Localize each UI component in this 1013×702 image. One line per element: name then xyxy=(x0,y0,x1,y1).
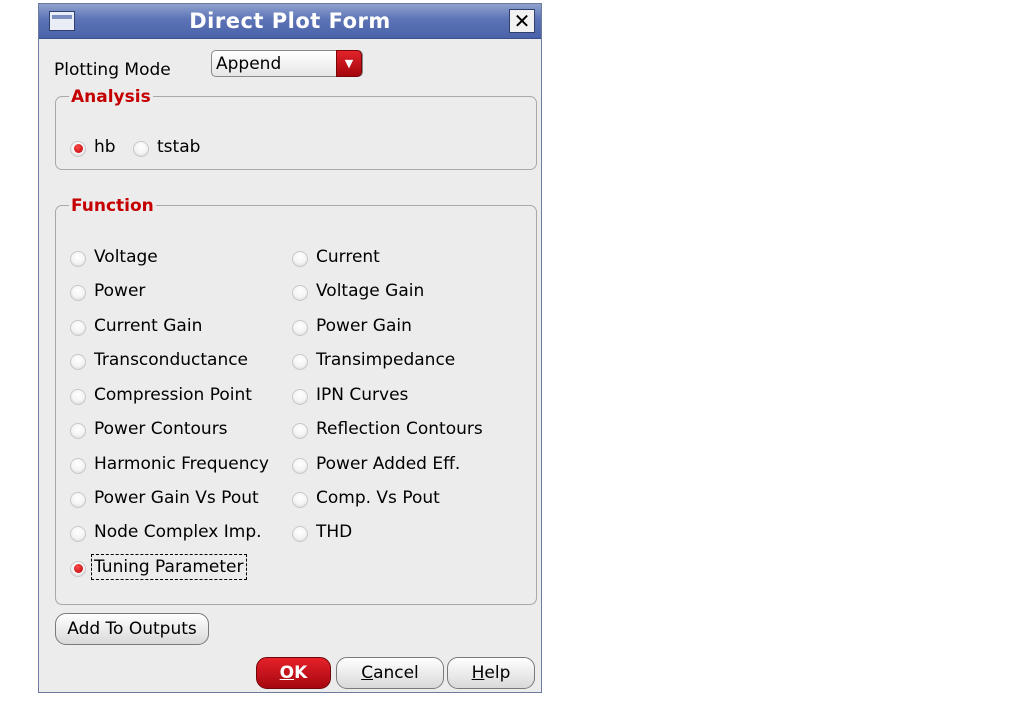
radio-indicator xyxy=(292,320,308,336)
radio-label-ipn-curves: IPN Curves xyxy=(316,385,409,405)
radio-indicator xyxy=(70,251,86,267)
radio-voltage-gain[interactable]: Voltage Gain xyxy=(292,281,492,305)
help-button[interactable]: Help xyxy=(447,657,535,689)
radio-power-gain[interactable]: Power Gain xyxy=(292,316,492,340)
chevron-down-icon[interactable]: ▼ xyxy=(336,50,362,77)
radio-label-transconductance: Transconductance xyxy=(94,350,249,370)
radio-indicator xyxy=(70,389,86,405)
radio-reflection-contours[interactable]: Reflection Contours xyxy=(292,419,502,443)
radio-ipn-curves[interactable]: IPN Curves xyxy=(292,385,492,409)
radio-power-added-eff[interactable]: Power Added Eff. xyxy=(292,454,492,478)
direct-plot-form-window: Direct Plot Form ✕ Plotting Mode Append … xyxy=(38,3,542,693)
radio-indicator-tstab xyxy=(133,141,149,157)
plotting-mode-dropdown[interactable]: Append ▼ xyxy=(211,50,363,77)
radio-label-comp-vs-pout: Comp. Vs Pout xyxy=(316,488,440,508)
cancel-button[interactable]: Cancel xyxy=(336,657,444,689)
radio-indicator xyxy=(70,492,86,508)
radio-voltage[interactable]: Voltage xyxy=(70,247,270,271)
radio-current[interactable]: Current xyxy=(292,247,492,271)
radio-indicator xyxy=(292,423,308,439)
radio-indicator xyxy=(70,320,86,336)
radio-indicator xyxy=(70,561,86,577)
radio-label-voltage: Voltage xyxy=(94,247,158,267)
radio-tstab[interactable]: tstab xyxy=(133,137,213,161)
function-group-title: Function xyxy=(69,196,156,216)
radio-transimpedance[interactable]: Transimpedance xyxy=(292,350,492,374)
radio-indicator xyxy=(70,285,86,301)
radio-harmonic-frequency[interactable]: Harmonic Frequency xyxy=(70,454,280,478)
radio-node-complex-imp[interactable]: Node Complex Imp. xyxy=(70,522,270,546)
radio-label-power-gain-vs-pout: Power Gain Vs Pout xyxy=(94,488,259,508)
radio-power[interactable]: Power xyxy=(70,281,270,305)
radio-indicator xyxy=(292,285,308,301)
radio-indicator xyxy=(292,492,308,508)
radio-label-hb: hb xyxy=(94,137,116,157)
radio-power-gain-vs-pout[interactable]: Power Gain Vs Pout xyxy=(70,488,270,512)
radio-label-tstab: tstab xyxy=(157,137,201,157)
radio-hb[interactable]: hb xyxy=(70,137,130,161)
radio-thd[interactable]: THD xyxy=(292,522,492,546)
radio-indicator xyxy=(292,526,308,542)
window-title: Direct Plot Form xyxy=(189,9,391,33)
radio-label-transimpedance: Transimpedance xyxy=(316,350,456,370)
radio-indicator-hb xyxy=(70,141,86,157)
radio-label-tuning-parameter: Tuning Parameter xyxy=(91,554,247,580)
plotting-mode-label: Plotting Mode xyxy=(54,60,171,80)
radio-label-voltage-gain: Voltage Gain xyxy=(316,281,425,301)
radio-label-power-contours: Power Contours xyxy=(94,419,228,439)
radio-label-current-gain: Current Gain xyxy=(94,316,203,336)
radio-label-current: Current xyxy=(316,247,380,267)
title-bar[interactable]: Direct Plot Form ✕ xyxy=(39,4,541,39)
radio-indicator xyxy=(292,458,308,474)
radio-indicator xyxy=(292,354,308,370)
radio-label-compression-point: Compression Point xyxy=(94,385,252,405)
radio-indicator xyxy=(70,458,86,474)
plotting-mode-value: Append xyxy=(216,54,282,74)
radio-label-power-added-eff: Power Added Eff. xyxy=(316,454,461,474)
radio-current-gain[interactable]: Current Gain xyxy=(70,316,270,340)
radio-transconductance[interactable]: Transconductance xyxy=(70,350,270,374)
add-to-outputs-button[interactable]: Add To Outputs xyxy=(55,613,209,645)
analysis-group-title: Analysis xyxy=(69,87,153,107)
cancel-button-label-rest: ancel xyxy=(373,663,419,683)
close-button[interactable]: ✕ xyxy=(509,9,535,33)
cancel-button-mnemonic: C xyxy=(361,663,374,683)
radio-indicator xyxy=(292,389,308,405)
radio-comp-vs-pout[interactable]: Comp. Vs Pout xyxy=(292,488,492,512)
radio-tuning-parameter[interactable]: Tuning Parameter xyxy=(70,554,270,581)
radio-label-node-complex-imp: Node Complex Imp. xyxy=(94,522,262,542)
help-button-label-rest: elp xyxy=(484,663,511,683)
radio-label-power-gain: Power Gain xyxy=(316,316,412,336)
radio-label-harmonic-frequency: Harmonic Frequency xyxy=(94,454,269,474)
radio-label-power: Power xyxy=(94,281,146,301)
radio-indicator xyxy=(292,251,308,267)
ok-button-mnemonic: O xyxy=(279,663,295,683)
ok-button[interactable]: OK xyxy=(256,657,331,689)
radio-label-thd: THD xyxy=(316,522,353,542)
radio-indicator xyxy=(70,526,86,542)
radio-compression-point[interactable]: Compression Point xyxy=(70,385,270,409)
help-button-mnemonic: H xyxy=(471,663,485,683)
radio-label-reflection-contours: Reflection Contours xyxy=(316,419,483,439)
radio-power-contours[interactable]: Power Contours xyxy=(70,419,270,443)
radio-indicator xyxy=(70,423,86,439)
radio-indicator xyxy=(70,354,86,370)
ok-button-label-rest: K xyxy=(294,663,308,683)
